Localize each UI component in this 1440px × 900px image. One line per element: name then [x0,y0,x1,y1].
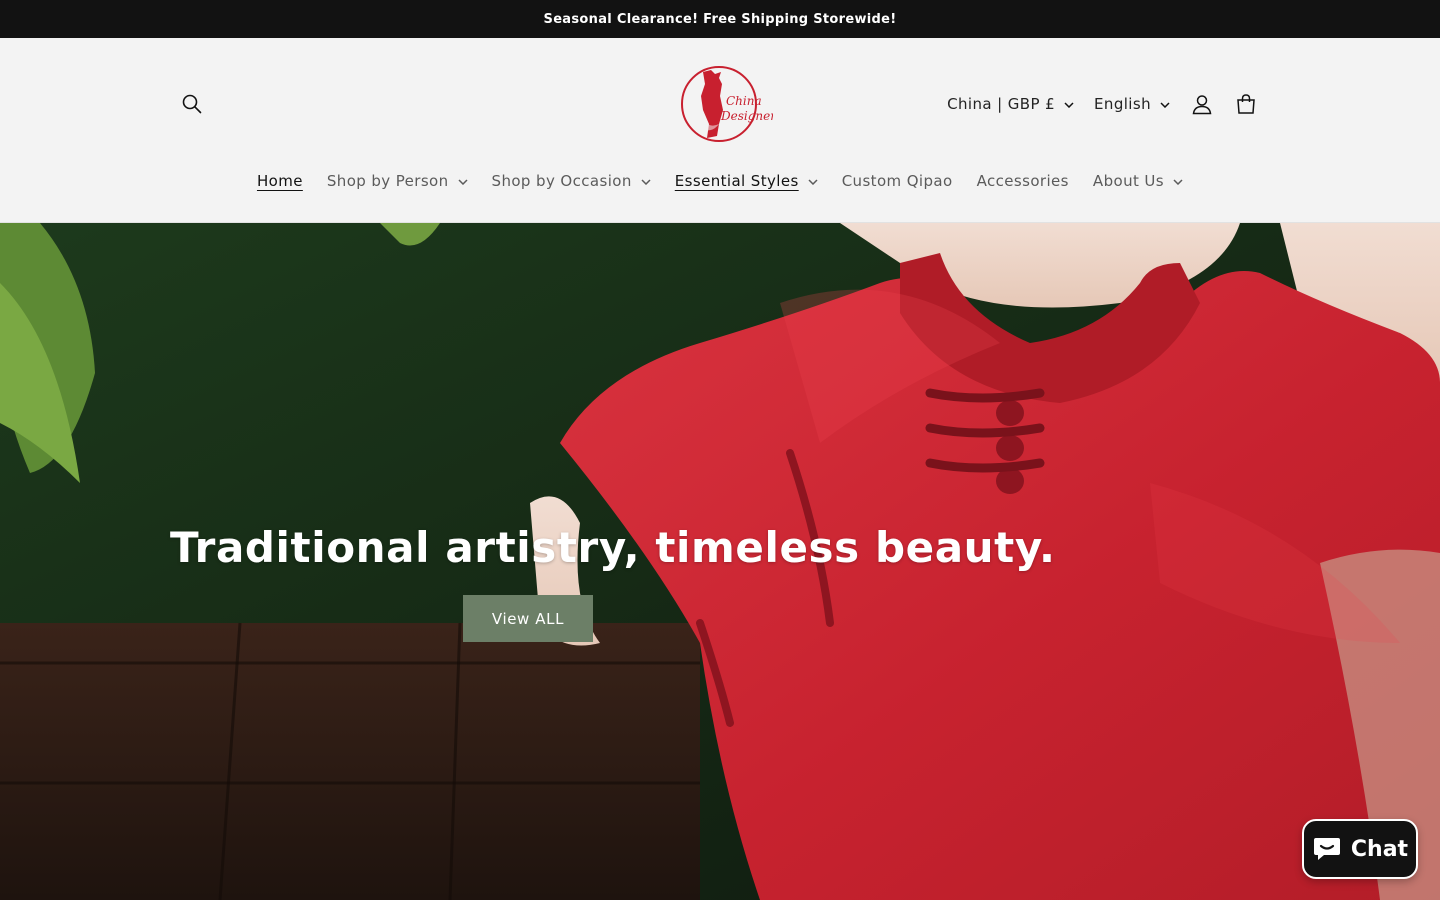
logo-emblem: China Designer [681,66,777,142]
chat-bubble-icon [1313,838,1340,860]
announcement-bar: Seasonal Clearance! Free Shipping Storew… [0,0,1440,38]
header-actions: China | GBP £ English [947,84,1268,124]
nav-item-label: Home [256,172,303,190]
account-button[interactable] [1180,84,1224,124]
nav-item-label: Custom Qipao [841,172,953,190]
nav-item-shop-by-occasion[interactable]: Shop by Occasion [480,172,663,190]
chevron-down-icon [458,179,468,185]
nav-item-accessories[interactable]: Accessories [965,172,1081,190]
nav-item-shop-by-person[interactable]: Shop by Person [315,172,480,190]
nav-item-custom-qipao[interactable]: Custom Qipao [830,172,965,190]
nav-item-about-us[interactable]: About Us [1081,172,1195,190]
nav-item-label: About Us [1092,172,1165,190]
chevron-down-icon [1173,179,1183,185]
hero-banner: Traditional artistry, timeless beauty. V… [0,223,1440,900]
site-header: China Designer China | GBP £ English Hom… [0,38,1440,223]
logo-text-line1: China [726,94,762,108]
nav-item-essential-styles[interactable]: Essential Styles [663,172,830,190]
cart-button[interactable] [1224,84,1268,124]
nav-item-label: Essential Styles [674,172,799,190]
main-navigation: Home Shop by Person Shop by Occasion Ess… [0,162,1440,200]
nav-item-label: Accessories [976,172,1069,190]
chevron-down-icon [808,179,818,185]
search-button[interactable] [172,84,212,124]
chat-button-label: Chat [1350,836,1409,862]
search-icon [182,94,202,114]
nav-item-home[interactable]: Home [245,172,315,190]
chevron-down-icon [641,179,651,185]
logo-text-line2: Designer [720,109,773,123]
hero-title: Traditional artistry, timeless beauty. [170,523,1056,572]
chevron-down-icon [1064,102,1074,108]
nav-item-label: Shop by Person [326,172,449,190]
country-selector-label: China | GBP £ [947,95,1056,113]
chevron-down-icon [1160,102,1170,108]
language-selector[interactable]: English [1094,95,1170,113]
chat-button[interactable]: Chat [1302,819,1418,879]
country-selector[interactable]: China | GBP £ [947,95,1074,113]
account-icon [1192,95,1212,115]
view-all-button[interactable]: View ALL [463,595,593,642]
store-logo[interactable]: China Designer [667,62,777,146]
cart-icon [1237,94,1255,114]
announcement-text: Seasonal Clearance! Free Shipping Storew… [543,11,897,27]
language-selector-label: English [1094,95,1151,113]
nav-item-label: Shop by Occasion [491,172,632,190]
